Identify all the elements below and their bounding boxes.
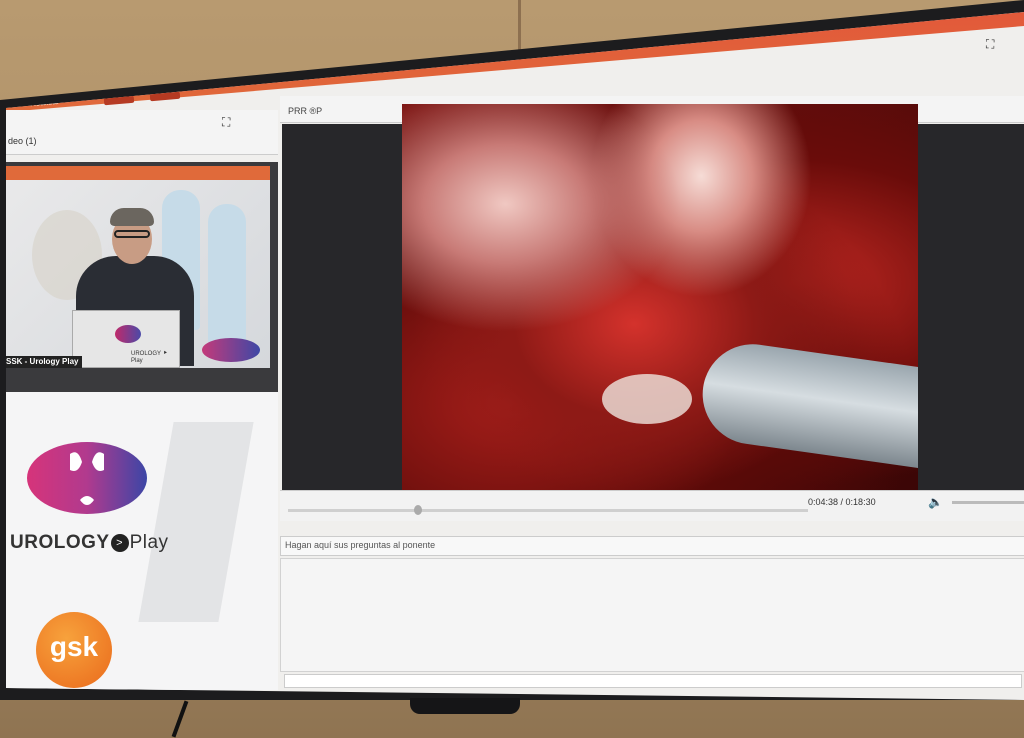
video-caption: SSK - Urology Play xyxy=(6,356,83,368)
brand-name-part2: Play xyxy=(129,532,169,553)
presenter-panel-header: deo (1) ⛶ xyxy=(6,110,278,155)
brand-name-part1: UROLOGY xyxy=(10,532,110,553)
seek-track[interactable] xyxy=(288,509,808,512)
background-doctor xyxy=(208,204,246,344)
screen: Realizar Ryuus deo (1) ⛶ UROLOGY ⯈ Play … xyxy=(6,12,1024,700)
time-separator: / xyxy=(838,497,846,507)
presenter-panel-label: deo (1) xyxy=(8,136,37,146)
laptop-logo xyxy=(115,325,141,343)
urology-kidney-logo xyxy=(27,442,147,514)
presenter-video[interactable]: UROLOGY ⯈ Play SSK - Urology Play xyxy=(6,166,270,368)
expand-icon[interactable]: ⛶ xyxy=(222,116,234,128)
brand-logo-area: UROLOGY > Play gsk xyxy=(6,392,278,690)
time-current: 0:04:38 xyxy=(808,497,839,507)
tissue-highlight xyxy=(602,374,692,424)
volume-icon[interactable]: 🔈 xyxy=(928,495,943,509)
brand-kidney-small xyxy=(202,338,260,362)
expand-icon[interactable]: ⛶ xyxy=(986,38,998,50)
time-readout: 0:04:38 / 0:18:30 xyxy=(808,497,876,507)
coat-graphic xyxy=(138,422,254,622)
speaker-hair xyxy=(110,208,154,226)
questions-placeholder: Hagan aquí sus preguntas al ponente xyxy=(285,540,436,550)
video-controls: 0:04:38 / 0:18:30 🔈 xyxy=(280,490,1024,521)
gsk-logo: gsk xyxy=(36,612,112,688)
time-total: 0:18:30 xyxy=(845,497,876,507)
laptop: UROLOGY ⯈ Play xyxy=(72,310,180,368)
volume-slider[interactable] xyxy=(952,501,1024,504)
laptop-text: UROLOGY ⯈ Play xyxy=(131,351,168,364)
surgical-instrument xyxy=(696,337,918,471)
play-icon: > xyxy=(110,533,129,552)
questions-area xyxy=(280,558,1024,672)
urology-play-wordmark: UROLOGY > Play xyxy=(10,532,169,554)
main-video-panel: PRR ®P ⛶ 0:04:38 / 0:18:30 🔈 Hagan aquí … xyxy=(280,38,1024,696)
seek-thumb[interactable] xyxy=(414,505,422,515)
main-video-title: PRR ®P xyxy=(288,106,323,116)
power-cable xyxy=(171,700,189,738)
surgery-video-frame[interactable] xyxy=(402,104,918,504)
question-input[interactable] xyxy=(284,674,1022,688)
tv-stand xyxy=(410,698,520,714)
questions-bar: Hagan aquí sus preguntas al ponente xyxy=(280,536,1024,556)
surgery-video-area[interactable] xyxy=(282,104,1024,504)
speaker-glasses xyxy=(114,230,150,238)
